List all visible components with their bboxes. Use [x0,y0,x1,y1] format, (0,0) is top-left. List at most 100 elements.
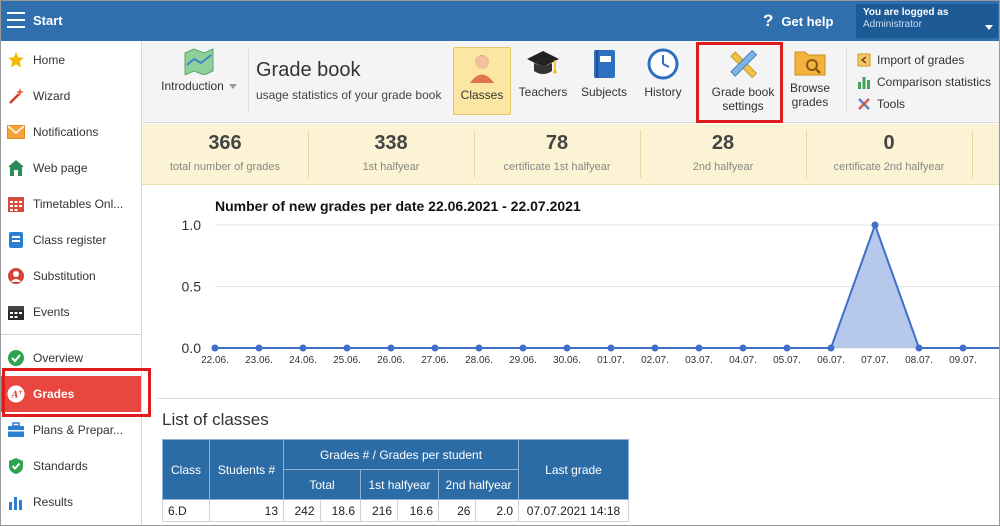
events-calendar-icon [7,303,25,321]
import-grades-link[interactable]: Import of grades [856,49,991,71]
cell-students: 13 [209,499,284,522]
cell-second-per-student: 2.0 [475,499,519,522]
start-label[interactable]: Start [33,13,63,28]
tools-icon [856,97,872,111]
col-header-total[interactable]: Total [283,469,361,500]
introduction-button[interactable]: Introduction [156,47,242,115]
classes-table: Class Students # Grades # / Grades per s… [162,439,629,522]
col-header-class[interactable]: Class [162,439,210,500]
classes-button[interactable]: Classes [453,47,511,115]
data-point [519,344,527,352]
browse-grades-button[interactable]: Browse grades [783,47,837,115]
page-subtitle: usage statistics of your grade book [256,88,442,102]
chart-canvas: 0.0 0.5 1.0 22.06. 23.06. 24.06. 25.06. 26.06. 2… [182,217,999,366]
sidebar-item-class-register[interactable]: Class register [1,222,141,258]
stat-second-halfyear: 28 2nd halfyear [692,132,754,173]
import-arrow-icon [856,53,872,67]
stat-certificate-first: 78 certificate 1st halfyear [503,132,611,173]
data-point [211,344,219,352]
person-icon [7,267,25,285]
y-tick-label: 1.0 [182,217,202,233]
question-mark-icon: ? [763,11,774,30]
sidebar-item-timetables[interactable]: Timetables Onl... [1,186,141,222]
section-divider [157,398,999,399]
sidebar-divider [1,334,141,335]
x-tick-label: 01.07. [597,355,625,366]
teachers-button[interactable]: Teachers [515,47,571,115]
x-tick-label: 30.06. [553,355,581,366]
list-of-classes-title: List of classes [162,410,269,429]
x-tick-label: 27.06. [421,355,449,366]
data-point [299,344,307,352]
sidebar-item-web-page[interactable]: Web page [1,150,141,186]
x-tick-label: 26.06. [377,355,405,366]
y-tick-label: 0.5 [182,279,202,295]
sidebar-item-events[interactable]: Events [1,294,141,330]
map-icon [184,48,214,75]
star-icon [7,51,25,69]
clock-icon [647,48,679,80]
calendar-grid-icon [7,195,25,213]
table-row[interactable]: 6.D 13 242 18.6 216 16.6 26 2.0 07.07.20… [162,499,629,522]
sidebar-item-plans[interactable]: Plans & Prepar... [1,412,141,448]
toolbar-divider [248,49,249,113]
sidebar-item-substitution[interactable]: Substitution [1,258,141,294]
x-tick-label: 02.07. [641,355,669,366]
x-tick-label: 06.07. [817,355,845,366]
cell-total-per-student: 18.6 [319,499,362,522]
cell-second: 26 [437,499,477,522]
x-tick-label: 09.07. [949,355,977,366]
bar-chart-icon [7,493,25,511]
x-tick-label: 22.06. [201,355,229,366]
tools-link[interactable]: Tools [856,93,991,115]
x-tick-label: 23.06. [245,355,273,366]
col-header-first-halfyear[interactable]: 1st halfyear [360,469,439,500]
sidebar-item-wizard[interactable]: Wizard [1,78,141,114]
data-point [695,344,703,352]
col-header-last-grade[interactable]: Last grade [518,439,629,500]
get-help-button[interactable]: ? Get help [763,11,833,31]
data-point [959,344,967,352]
data-point [783,344,791,352]
book-icon [594,50,615,78]
shield-check-icon [7,457,25,475]
stat-divider [972,130,973,178]
top-bar: Start ? Get help You are logged as Admin… [1,1,999,41]
sidebar-item-standards[interactable]: Standards [1,448,141,484]
data-point [343,344,351,352]
col-header-second-halfyear[interactable]: 2nd halfyear [438,469,519,500]
briefcase-icon [7,421,25,439]
sidebar-item-results[interactable]: Results [1,484,141,520]
toolbar-links: Import of grades Comparison statistics T… [856,49,991,115]
cell-first-per-student: 16.6 [397,499,439,522]
data-point [915,344,923,352]
sidebar: Home Wizard Notifications Web page Timet… [1,41,142,525]
subjects-button[interactable]: Subjects [576,47,632,115]
get-help-label: Get help [781,13,834,29]
x-tick-label: 05.07. [773,355,801,366]
history-button[interactable]: History [636,47,690,115]
cell-class[interactable]: 6.D [162,499,210,522]
data-point [255,344,263,352]
data-point [475,344,483,352]
col-header-students[interactable]: Students # [209,439,284,500]
data-point [563,344,571,352]
stats-strip: 366 total number of grades 338 1st halfy… [142,124,999,185]
cell-total: 242 [283,499,321,522]
page-title: Grade book [256,59,361,81]
x-tick-label: 25.06. [333,355,361,366]
sidebar-item-home[interactable]: Home [1,42,141,78]
magic-wand-icon [7,87,25,105]
x-tick-label: 28.06. [465,355,493,366]
user-menu[interactable]: You are logged as Administrator [856,4,998,38]
comparison-statistics-link[interactable]: Comparison statistics [856,71,991,93]
stat-total: 366 total number of grades [169,132,281,173]
col-header-grades-group: Grades # / Grades per student [283,439,519,470]
chevron-down-icon [985,25,993,30]
highlight-box-settings [696,42,783,123]
statistics-bars-icon [856,75,872,89]
data-point [387,344,395,352]
hamburger-menu-icon[interactable] [7,12,25,28]
toolbar-divider [846,49,847,113]
sidebar-item-notifications[interactable]: Notifications [1,114,141,150]
